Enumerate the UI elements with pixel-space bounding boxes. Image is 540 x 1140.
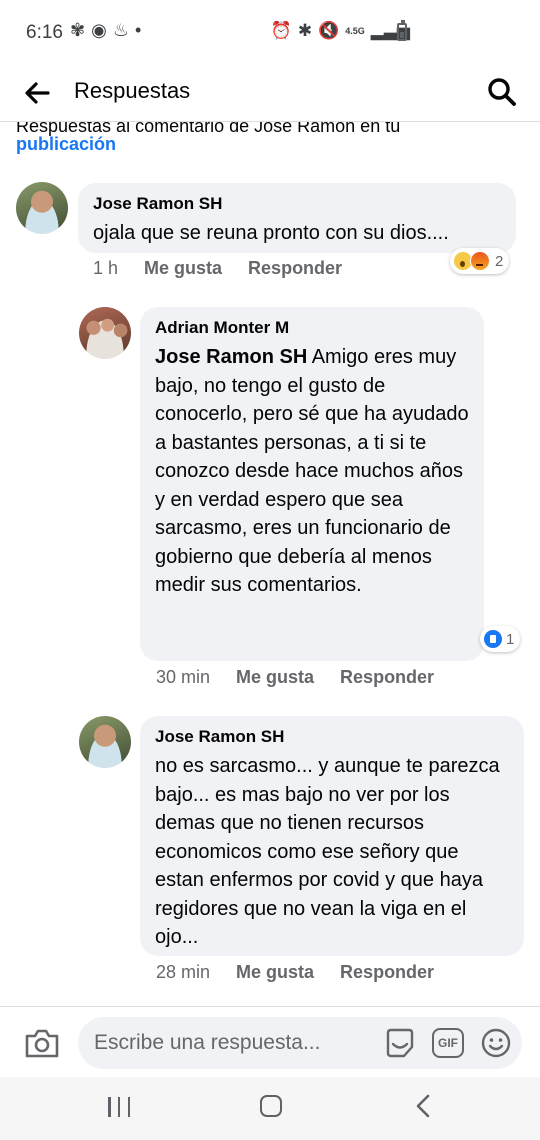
- comment-bubble: Jose Ramon SH no es sarcasmo... y aunque…: [140, 716, 524, 956]
- recents-icon[interactable]: [108, 1097, 130, 1117]
- comment-text: Jose Ramon SH Amigo eres muy bajo, no te…: [155, 343, 470, 600]
- status-bar: 6:16 ✾ ◉ ♨ • ⏰ ✱ 🔇 4.5G ▂▃▅: [0, 0, 540, 66]
- lte-icon: 4.5G: [345, 26, 365, 36]
- comment-time[interactable]: 1 h: [93, 258, 118, 279]
- page-title: Respuestas: [74, 78, 191, 103]
- comment-actions: 28 min Me gusta Responder: [156, 962, 460, 983]
- like-reaction-icon: [483, 629, 503, 649]
- back-arrow-icon[interactable]: [22, 78, 52, 108]
- status-right-icons: ⏰ ✱ 🔇 4.5G ▂▃▅: [271, 21, 410, 41]
- dot-icon: •: [134, 20, 142, 40]
- mention-link[interactable]: Jose Ramon SH: [155, 346, 307, 368]
- like-button[interactable]: Me gusta: [236, 667, 314, 688]
- reply-composer: Escribe una respuesta... GIF: [0, 1007, 540, 1077]
- comment-body: Amigo eres muy bajo, no tengo el gusto d…: [155, 346, 469, 596]
- pinwheel-icon: ✾: [70, 20, 86, 40]
- status-time: 6:16: [26, 22, 63, 43]
- comment-author[interactable]: Jose Ramon SH: [155, 726, 510, 748]
- avatar[interactable]: [79, 716, 131, 768]
- mute-icon: 🔇: [318, 21, 340, 40]
- comment-actions: 1 h Me gusta Responder: [93, 258, 368, 279]
- like-button[interactable]: Me gusta: [236, 962, 314, 983]
- reply-button[interactable]: Responder: [248, 258, 342, 279]
- comment-bubble: Jose Ramon SH ojala que se reuna pronto …: [78, 183, 516, 253]
- comment-text: no es sarcasmo... y aunque te parezca ba…: [155, 755, 500, 948]
- alarm-icon: ⏰: [270, 21, 292, 40]
- header-content-duplicate: Respuestas: [0, 66, 540, 122]
- like-button[interactable]: Me gusta: [144, 258, 222, 279]
- avatar[interactable]: [79, 307, 131, 359]
- comment-text: ojala que se reuna pronto con su dios...…: [93, 222, 449, 244]
- search-icon[interactable]: [486, 76, 518, 108]
- angry-reaction-icon: [470, 251, 490, 271]
- comment-bubble: Adrian Monter M Jose Ramon SH Amigo eres…: [140, 307, 484, 661]
- bluetooth-icon: ✱: [297, 21, 313, 40]
- reply-button[interactable]: Responder: [340, 962, 434, 983]
- comment-time[interactable]: 30 min: [156, 667, 210, 688]
- reactions-badge[interactable]: 2: [450, 248, 510, 274]
- reply-button[interactable]: Responder: [340, 667, 434, 688]
- comment-time[interactable]: 28 min: [156, 962, 210, 983]
- comment-author[interactable]: Adrian Monter M: [155, 317, 470, 339]
- emoji-icon[interactable]: [480, 1027, 512, 1059]
- comment-actions: 30 min Me gusta Responder: [156, 667, 460, 688]
- nav-back-icon[interactable]: [412, 1093, 434, 1119]
- comment-author[interactable]: Jose Ramon SH: [93, 193, 502, 215]
- avatar[interactable]: [16, 182, 68, 234]
- reaction-count: 1: [506, 630, 515, 648]
- spotify-icon: ◉: [91, 20, 107, 40]
- reply-input-placeholder[interactable]: Escribe una respuesta...: [94, 1031, 320, 1055]
- gif-icon[interactable]: GIF: [432, 1028, 464, 1058]
- reactions-badge[interactable]: 1: [480, 626, 521, 652]
- home-icon[interactable]: [260, 1095, 282, 1117]
- sticker-icon[interactable]: [384, 1027, 416, 1059]
- camera-icon[interactable]: [24, 1027, 60, 1059]
- reaction-count: 2: [495, 252, 504, 270]
- assistant-icon: ♨: [112, 20, 129, 40]
- system-nav-bar: [0, 1077, 540, 1140]
- publication-link[interactable]: publicación: [16, 134, 116, 155]
- battery-icon: [397, 20, 407, 41]
- status-left-icons: ✾ ◉ ♨ •: [70, 20, 141, 41]
